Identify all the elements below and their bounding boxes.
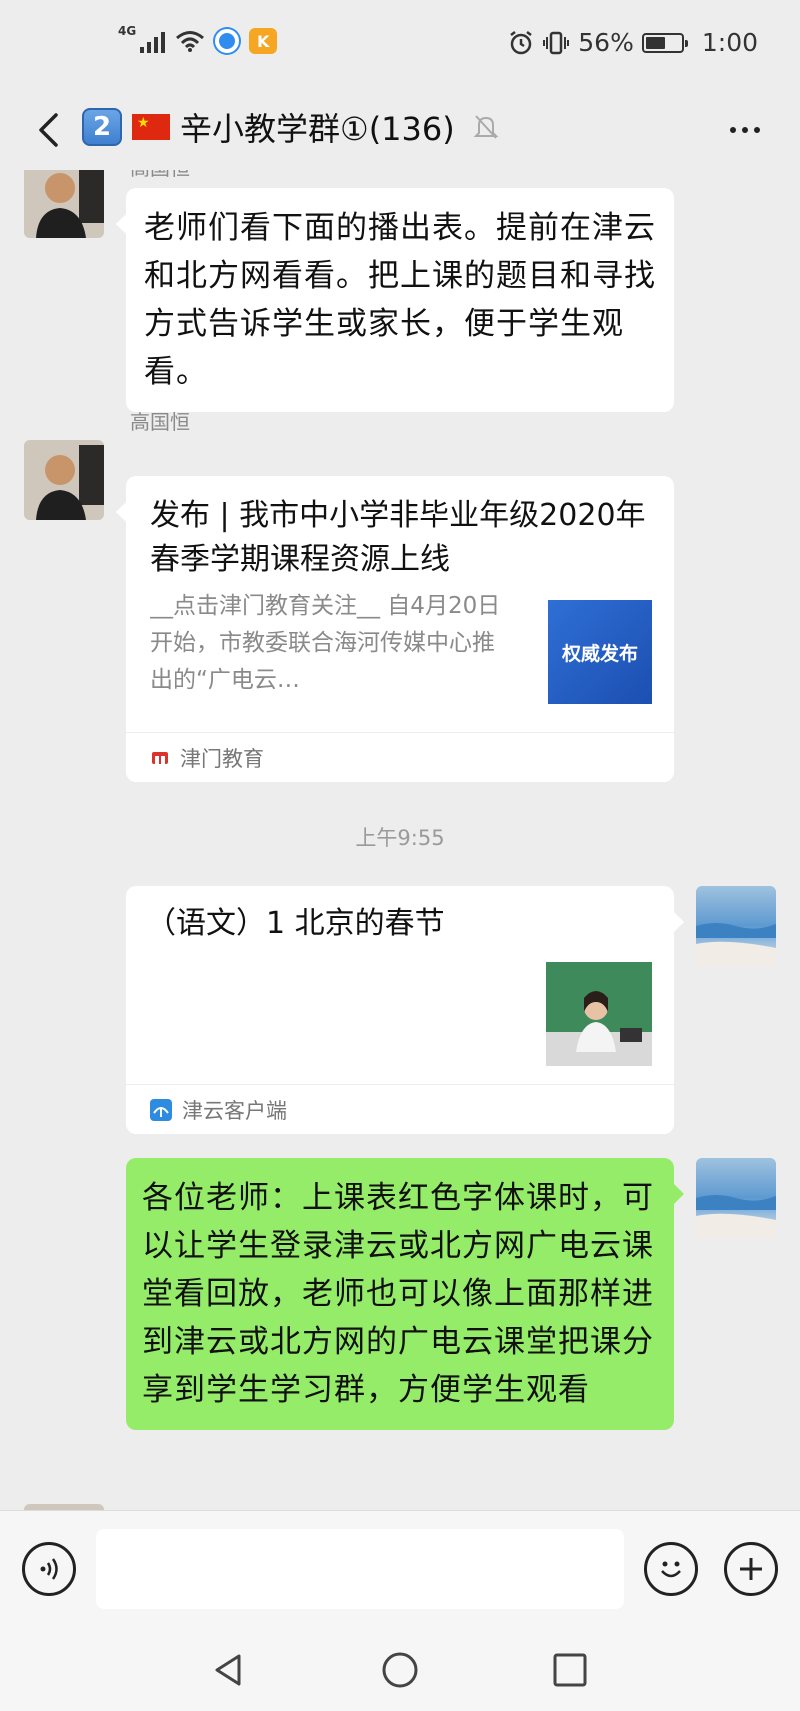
nav-home-button[interactable]	[380, 1650, 420, 1690]
chat-title: 辛小教学群①(136)	[180, 110, 455, 148]
ellipsis-dot	[742, 127, 748, 133]
chat-title-group[interactable]: 2 ★ 辛小教学群①(136)	[82, 104, 499, 150]
battery-level-fill	[645, 36, 665, 49]
cell-signal-icon	[140, 29, 166, 53]
article-source-name: 津门教育	[180, 746, 264, 771]
sender-avatar[interactable]	[24, 170, 104, 238]
jinmen-education-logo-icon	[152, 751, 168, 764]
video-source-name: 津云客户端	[182, 1098, 287, 1123]
my-avatar[interactable]	[696, 886, 776, 966]
article-source: 津门教育	[126, 732, 674, 782]
battery-icon	[641, 32, 688, 53]
square-recents-icon	[553, 1653, 587, 1687]
article-thumbnail: 权威发布	[548, 600, 652, 704]
more-options-button[interactable]	[720, 110, 770, 150]
video-thumbnail	[546, 962, 652, 1066]
sender-avatar[interactable]	[24, 440, 104, 520]
video-card[interactable]: （语文）1 北京的春节 津云客户端	[126, 886, 684, 1134]
more-functions-button[interactable]	[724, 1542, 778, 1596]
my-avatar[interactable]	[696, 1158, 776, 1238]
wifi-icon	[176, 31, 205, 52]
number-2-badge-icon: 2	[82, 108, 122, 146]
article-title: 发布 | 我市中小学非毕业年级2020年春季学期课程资源上线	[150, 498, 646, 577]
article-card[interactable]: 发布 | 我市中小学非毕业年级2020年春季学期课程资源上线 __点击津门教育关…	[116, 476, 674, 782]
back-button[interactable]	[24, 106, 72, 154]
chat-message-list[interactable]: 高国恒 老师们看下面的播出表。提前在津云和北方网看看。把上课的题目和寻找方式告诉…	[0, 170, 800, 1510]
voice-icon	[40, 1558, 58, 1580]
message-input[interactable]	[96, 1529, 624, 1609]
jinyun-app-logo-icon	[150, 1098, 172, 1121]
emoji-icon	[661, 1561, 681, 1578]
circle-home-icon	[382, 1652, 418, 1688]
message-text: 各位老师：上课表红色字体课时，可以让学生登录津云或北方网广电云课堂看回放，老师也…	[142, 1180, 654, 1408]
k-app-notification-icon: K	[249, 28, 278, 54]
china-flag-icon: ★	[132, 114, 170, 140]
message-bubble[interactable]: 老师们看下面的播出表。提前在津云和北方网看看。把上课的题目和寻找方式告诉学生或家…	[116, 188, 674, 412]
plus-icon	[740, 1558, 762, 1580]
app-notification-icon	[215, 29, 240, 53]
message-timestamp: 上午9:55	[355, 826, 445, 850]
message-bubble[interactable]: 各位老师：上课表红色字体课时，可以让学生登录津云或北方网广电云课堂看回放，老师也…	[126, 1158, 684, 1430]
battery-percentage: 56%	[578, 28, 634, 57]
message-input-bar	[0, 1510, 800, 1630]
emoji-button[interactable]	[644, 1542, 698, 1596]
thumbnail-text: 权威发布	[561, 642, 638, 665]
system-navigation-bar	[0, 1630, 800, 1711]
chevron-left-icon	[39, 113, 58, 147]
chat-header: 2 ★ 辛小教学群①(136)	[0, 90, 800, 170]
person-photo-icon	[24, 170, 104, 238]
network-type-label: 4G	[118, 24, 137, 38]
person-photo-icon	[24, 440, 104, 520]
ellipsis-dot	[730, 127, 736, 133]
status-right-icons: 56% 1:00	[508, 28, 758, 57]
message-text: 老师们看下面的播出表。提前在津云和北方网看看。把上课的题目和寻找方式告诉学生或家…	[144, 210, 656, 390]
ellipsis-dot	[754, 127, 760, 133]
sender-name: 高国恒	[130, 410, 190, 434]
clock-time: 1:00	[701, 28, 758, 57]
sender-name: 高国恒	[130, 170, 190, 181]
teacher-video-thumbnail-icon	[546, 962, 652, 1066]
beach-photo-icon	[696, 886, 776, 966]
alarm-icon	[510, 30, 533, 54]
beach-photo-icon	[696, 1158, 776, 1238]
nav-recents-button[interactable]	[550, 1650, 590, 1690]
video-source: 津云客户端	[126, 1084, 674, 1134]
voice-input-button[interactable]	[22, 1542, 76, 1596]
status-left-icons: 4G K	[118, 24, 278, 54]
article-description: __点击津门教育关注__ 自4月20日开始，市教委联合海河传媒中心推出的“广电云…	[150, 593, 501, 693]
vibrate-icon	[543, 31, 570, 54]
nav-back-button[interactable]	[208, 1650, 248, 1690]
status-bar: 4G K 56% 1:00	[0, 0, 800, 90]
bell-muted-icon	[473, 115, 499, 139]
triangle-back-icon	[215, 1654, 241, 1686]
video-title: （语文）1 北京的春节	[146, 906, 445, 941]
